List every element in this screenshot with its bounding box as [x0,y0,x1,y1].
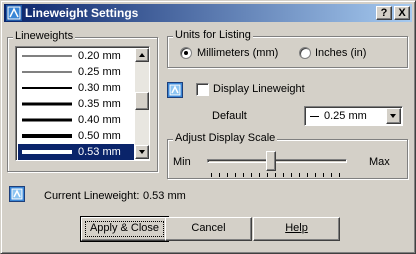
lineweight-sample [310,116,319,117]
display-lineweight-label[interactable]: Display Lineweight [213,83,305,95]
slider-tick [267,173,268,177]
lineweight-sample [22,55,72,57]
lineweight-label: 0.53 mm [78,146,121,158]
lineweight-settings-dialog: Lineweight Settings ? X Lineweights 0.20… [0,0,416,254]
lineweight-sample [22,87,72,89]
title-close-button[interactable]: X [394,6,410,20]
chevron-down-icon [390,114,396,118]
radio-selected-dot [184,51,188,55]
slider-tick [251,173,252,177]
slider-tick [211,173,212,177]
current-lineweight-label: Current Lineweight: [44,190,140,202]
slider-tick [227,173,228,177]
lineweight-label: 0.20 mm [78,50,121,62]
help-label: Help [285,222,308,234]
current-lineweight-value: 0.53 mm [143,190,186,202]
inches-radio[interactable] [299,47,311,59]
slider-tick [235,173,236,177]
arrow-up-icon [139,53,145,57]
lineweight-sample [22,71,72,73]
lineweight-sample [22,134,72,138]
inches-label[interactable]: Inches (in) [315,47,366,59]
lineweights-listbox[interactable]: 0.20 mm 0.25 mm 0.30 mm 0.35 mm 0.40 mm … [15,46,150,161]
lineweight-item[interactable]: 0.25 mm [18,64,134,80]
lineweight-item[interactable]: 0.35 mm [18,96,134,112]
title-bar[interactable]: Lineweight Settings ? X [4,4,412,22]
lineweight-label: 0.25 mm [78,66,121,78]
lineweight-item[interactable]: 0.50 mm [18,128,134,144]
lineweight-sample [22,102,72,106]
dialog-title: Lineweight Settings [25,6,139,20]
default-label: Default [212,110,247,122]
lineweight-item-selected[interactable]: 0.53 mm [18,144,134,160]
slider-tick [219,173,220,177]
lineweight-item[interactable]: 0.40 mm [18,112,134,128]
scale-min-label: Min [173,156,191,168]
slider-tick [331,173,332,177]
slider-tick [299,173,300,177]
lineweights-legend: Lineweights [13,30,76,42]
display-scale-track[interactable] [207,159,347,163]
autocad-app-icon [6,5,22,21]
display-scale-legend: Adjust Display Scale [173,132,278,144]
combo-dropdown-button[interactable] [386,108,401,124]
slider-tick [275,173,276,177]
slider-tick [339,173,340,177]
display-lineweight-checkbox[interactable] [196,83,209,96]
slider-tick [307,173,308,177]
units-legend: Units for Listing [173,29,253,41]
apply-close-label: Apply & Close [89,222,160,234]
lineweight-label: 0.30 mm [78,82,121,94]
slider-tick [283,173,284,177]
title-help-button[interactable]: ? [376,6,392,20]
arrow-down-icon [139,150,145,154]
current-lineweight-icon [9,186,25,202]
cancel-label: Cancel [191,222,226,234]
default-lineweight-combo[interactable]: 0.25 mm [304,106,403,126]
lineweight-display-icon [167,82,183,98]
scroll-thumb[interactable] [135,92,149,110]
cancel-button[interactable]: Cancel [165,217,252,241]
lineweight-label: 0.40 mm [78,114,121,126]
slider-tick [259,173,260,177]
default-lineweight-value: 0.25 mm [324,110,367,122]
lineweights-scrollbar[interactable] [135,48,149,159]
slider-tick [291,173,292,177]
lineweight-item[interactable]: 0.20 mm [18,48,134,64]
scale-max-label: Max [369,156,390,168]
lineweight-label: 0.50 mm [78,130,121,142]
slider-tick [315,173,316,177]
lineweight-sample [22,118,72,122]
slider-tick [323,173,324,177]
help-button[interactable]: Help [253,217,340,241]
lineweight-label: 0.35 mm [78,98,121,110]
display-scale-slider-thumb[interactable] [266,151,276,171]
slider-tick [243,173,244,177]
millimeters-radio[interactable] [180,47,192,59]
millimeters-label[interactable]: Millimeters (mm) [197,47,278,59]
apply-close-button[interactable]: Apply & Close [80,216,169,242]
scroll-down-button[interactable] [135,145,149,159]
lineweight-sample [22,150,72,154]
lineweight-item[interactable]: 0.30 mm [18,80,134,96]
scroll-up-button[interactable] [135,48,149,62]
